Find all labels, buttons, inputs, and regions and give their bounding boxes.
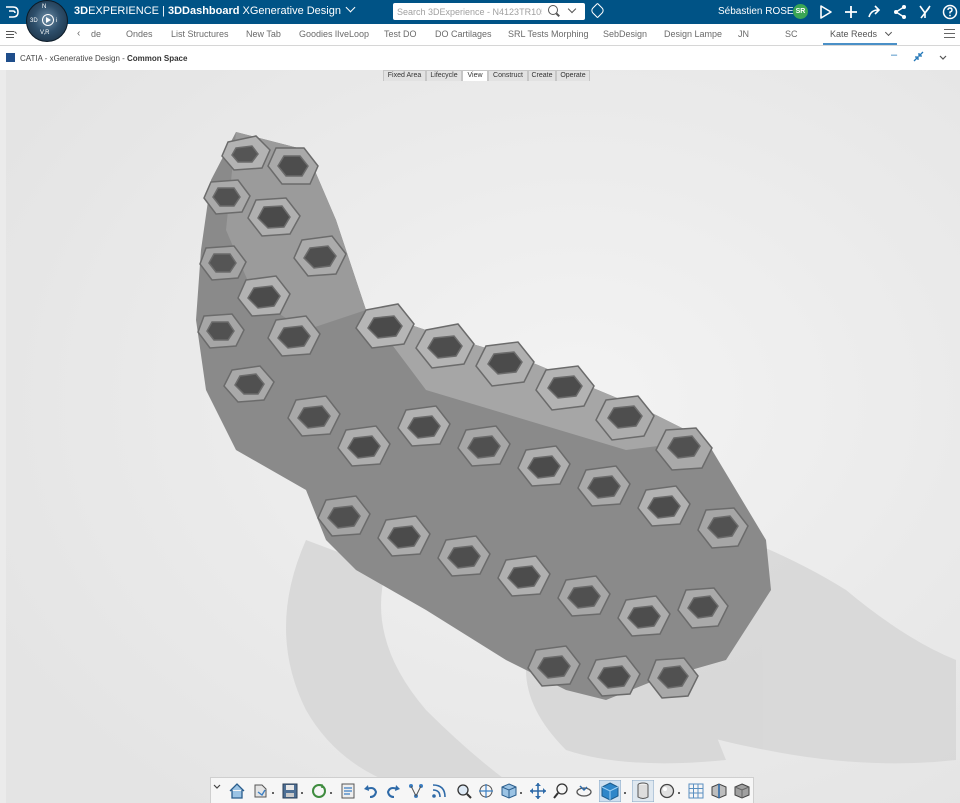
app-brand[interactable]: 3DEXPERIENCE | 3DDashboard XGenerative D… [74, 2, 356, 17]
properties-icon[interactable] [339, 782, 357, 800]
grid-icon[interactable] [687, 782, 705, 800]
active-tab-indicator [823, 43, 897, 45]
collab-space-name: Common Space [127, 54, 188, 63]
section-tab-create[interactable]: Create [528, 70, 556, 81]
tab-de[interactable]: de [91, 29, 101, 39]
catia-app-icon [6, 53, 15, 62]
compass-label-vr: V,R [40, 30, 50, 36]
section-tab-view[interactable]: View [462, 70, 488, 81]
help-icon[interactable] [942, 4, 958, 20]
tab-settings-icon[interactable] [944, 29, 956, 39]
menu-toggle-icon[interactable] [6, 31, 17, 39]
search-box[interactable] [393, 3, 585, 20]
save-icon[interactable] [281, 782, 299, 800]
chevron-down-icon[interactable] [939, 52, 947, 64]
undo-icon[interactable] [362, 782, 380, 800]
brand-mid: EXPERIENCE | [88, 5, 168, 17]
dashboard-tab-bar: ‹ de Ondes List Structures New Tab Goodi… [0, 24, 960, 46]
tab-sc[interactable]: SC [785, 29, 798, 39]
zoom-area-icon[interactable] [552, 782, 570, 800]
tree-icon[interactable] [407, 782, 425, 800]
forward-icon[interactable] [867, 4, 883, 20]
add-icon[interactable] [843, 4, 859, 20]
chevron-down-icon[interactable] [213, 779, 221, 797]
top-bar: N 3D i V,R 3DEXPERIENCE | 3DDashboard XG… [0, 0, 960, 42]
minimize-icon[interactable]: – [891, 49, 897, 61]
pan-icon[interactable] [529, 782, 547, 800]
tab-jn[interactable]: JN [738, 29, 749, 39]
cylinder-view-icon[interactable] [631, 779, 655, 803]
solid-view-icon[interactable] [733, 782, 751, 800]
redo-icon[interactable] [384, 782, 402, 800]
tab-do-cartilages[interactable]: DO Cartilages [435, 29, 492, 39]
brand-prefix: 3D [74, 5, 89, 17]
section-view-icon[interactable] [710, 782, 728, 800]
tab-sebdesign[interactable]: SebDesign [603, 29, 647, 39]
tab-kate-reeds-label: Kate Reeds [830, 29, 878, 39]
compass-view-icon[interactable] [477, 782, 495, 800]
tab-design-lampe[interactable]: Design Lampe [664, 29, 722, 39]
search-options-chevron-icon[interactable] [567, 4, 577, 14]
avatar[interactable]: SR [793, 4, 808, 19]
tab-goodies-liveloop[interactable]: Goodies lIveLoop [299, 29, 369, 39]
rss-icon[interactable] [430, 782, 448, 800]
action-bar [210, 777, 754, 803]
play-icon [42, 14, 54, 26]
user-name[interactable]: Sébastien ROSEL [718, 6, 799, 17]
tab-scroll-left-icon[interactable]: ‹ [77, 28, 80, 39]
search-input[interactable] [397, 4, 542, 19]
search-icon[interactable] [548, 5, 558, 15]
chevron-down-icon[interactable] [345, 2, 356, 13]
section-tab-operate[interactable]: Operate [556, 70, 590, 81]
tag-icon[interactable] [589, 2, 606, 19]
app-header: CATIA - xGenerative Design - Common Spac… [0, 46, 960, 70]
zoom-icon[interactable] [455, 782, 473, 800]
compass-label-3d: 3D [30, 18, 38, 24]
update-icon[interactable] [310, 782, 328, 800]
3d-viewport[interactable]: › [6, 70, 960, 803]
network-share-icon[interactable] [892, 4, 908, 20]
tab-kate-reeds[interactable]: Kate Reeds [830, 28, 893, 39]
view-cube-icon[interactable] [500, 782, 518, 800]
chevron-down-icon[interactable] [884, 28, 893, 37]
dassault-logo-icon[interactable] [4, 3, 22, 21]
app-title-prefix: CATIA - xGenerative Design - [20, 54, 127, 63]
share-icon[interactable] [818, 4, 834, 20]
tab-new-tab[interactable]: New Tab [246, 29, 281, 39]
compass-icon[interactable]: N 3D i V,R [26, 0, 68, 42]
tab-list-structures[interactable]: List Structures [171, 29, 229, 39]
tools-icon[interactable] [917, 4, 933, 20]
home-icon[interactable] [228, 782, 246, 800]
collapse-icon[interactable] [913, 51, 924, 65]
shading-icon[interactable] [598, 779, 622, 803]
brand-app: 3DDashboard [167, 5, 240, 17]
section-tab-construct[interactable]: Construct [488, 70, 528, 81]
tab-test-do[interactable]: Test DO [384, 29, 417, 39]
app-title: CATIA - xGenerative Design - Common Spac… [20, 54, 187, 63]
section-tab-fixed-area[interactable]: Fixed Area [383, 70, 426, 81]
tab-ondes[interactable]: Ondes [126, 29, 153, 39]
tab-srl-tests-morphing[interactable]: SRL Tests Morphing [508, 29, 589, 39]
brand-suffix: XGenerative Design [239, 5, 341, 17]
render-style-icon[interactable] [658, 782, 676, 800]
generative-lattice-model[interactable] [6, 70, 960, 803]
section-tab-lifecycle[interactable]: Lifecycle [426, 70, 462, 81]
open-icon[interactable] [252, 782, 270, 800]
rotate-icon[interactable] [575, 782, 593, 800]
